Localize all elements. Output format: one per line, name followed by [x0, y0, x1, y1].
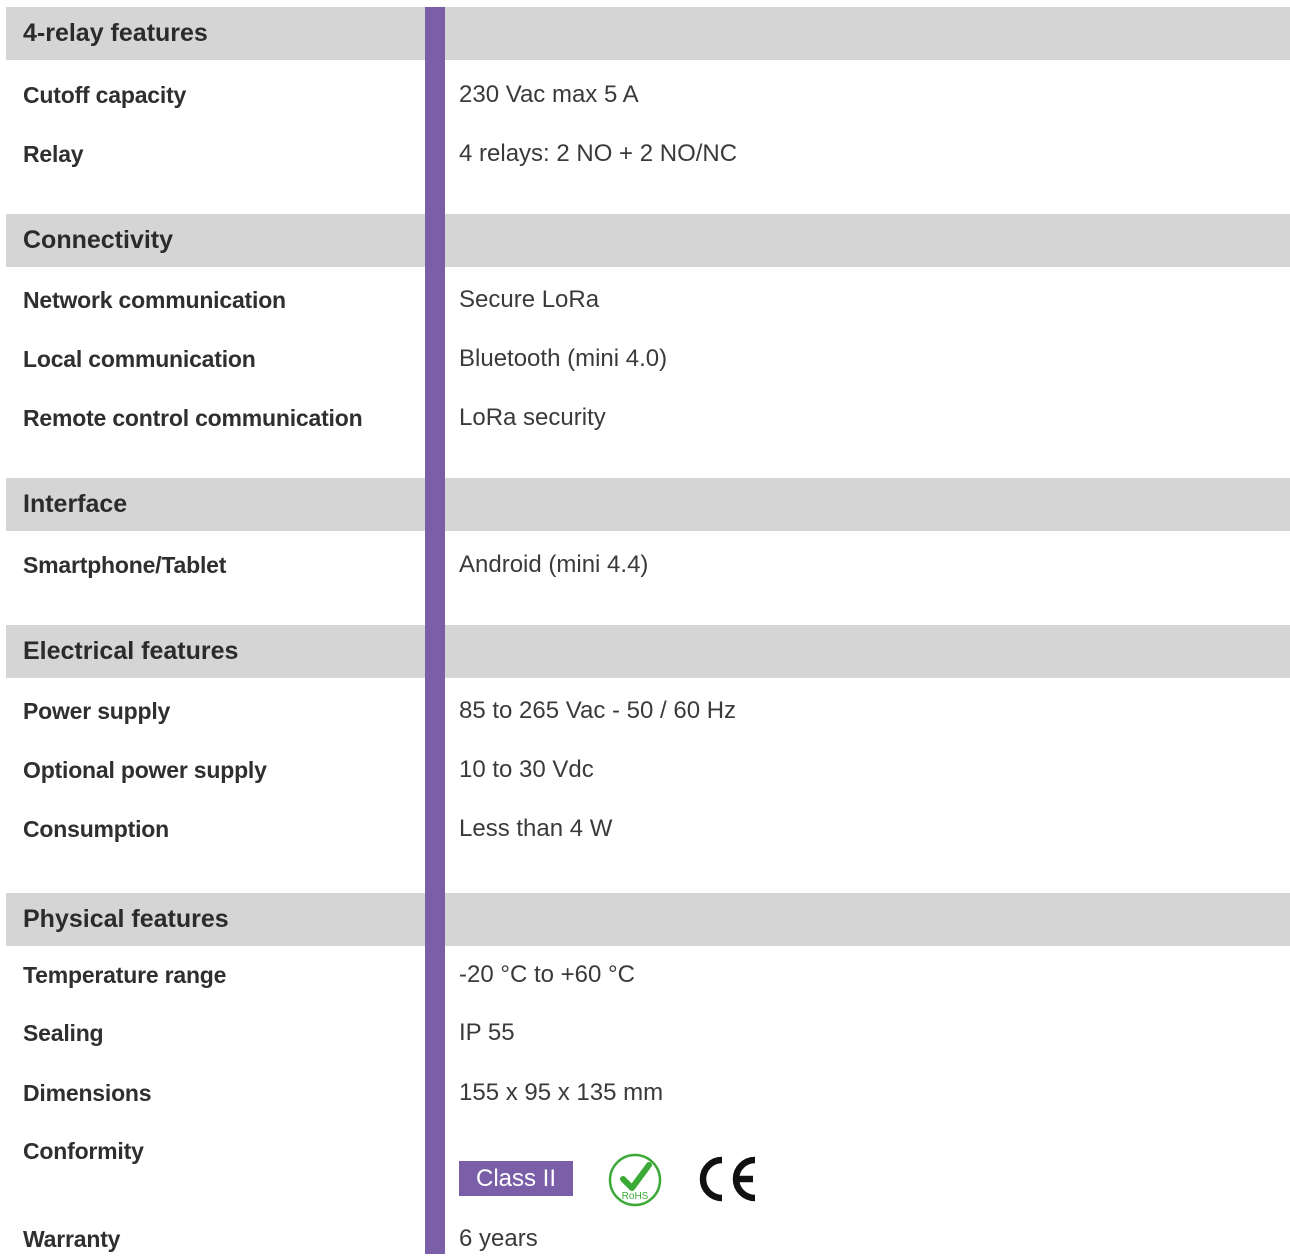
spec-row: Power supply 85 to 265 Vac - 50 / 60 Hz: [0, 691, 1290, 731]
ce-mark-icon: [699, 1156, 756, 1202]
spec-value: IP 55: [459, 1019, 515, 1046]
spec-label: Sealing: [23, 1020, 104, 1046]
spec-label: Optional power supply: [23, 757, 267, 783]
spec-label: Local communication: [23, 346, 256, 372]
section-header-physical: Physical features: [6, 893, 1290, 946]
conformity-logos: Class II RoHS: [459, 1152, 779, 1208]
class-ii-badge: Class II: [459, 1161, 573, 1196]
rohs-text: RoHS: [622, 1191, 649, 1202]
spec-row: Local communication Bluetooth (mini 4.0): [0, 339, 1290, 379]
spec-row: Network communication Secure LoRa: [0, 280, 1290, 320]
spec-label: Smartphone/Tablet: [23, 552, 227, 578]
spec-row: Warranty 6 years: [0, 1219, 1290, 1259]
spec-label: Dimensions: [23, 1080, 152, 1106]
spec-row: Remote control communication LoRa securi…: [0, 398, 1290, 438]
spec-row: Relay 4 relays: 2 NO + 2 NO/NC: [0, 134, 1290, 174]
accent-stripe: [425, 7, 445, 1254]
section-header-electrical: Electrical features: [6, 625, 1290, 678]
spec-value: 85 to 265 Vac - 50 / 60 Hz: [459, 697, 737, 724]
spec-value: Bluetooth (mini 4.0): [459, 345, 668, 372]
spec-label: Conformity: [23, 1138, 144, 1164]
spec-row: Sealing IP 55: [0, 1013, 1290, 1053]
section-title: Physical features: [23, 905, 229, 933]
spec-row: Consumption Less than 4 W: [0, 809, 1290, 849]
section-title: Connectivity: [23, 226, 174, 254]
spec-label: Cutoff capacity: [23, 82, 187, 108]
spec-row: Smartphone/Tablet Android (mini 4.4): [0, 545, 1290, 585]
spec-value: Android (mini 4.4): [459, 551, 649, 578]
spec-value: 230 Vac max 5 A: [459, 81, 639, 108]
spec-value: 4 relays: 2 NO + 2 NO/NC: [459, 140, 738, 167]
spec-label: Remote control communication: [23, 405, 363, 431]
spec-value: Secure LoRa: [459, 286, 600, 313]
spec-label: Network communication: [23, 287, 286, 313]
spec-label: Warranty: [23, 1226, 121, 1252]
spec-value: 155 x 95 x 135 mm: [459, 1079, 664, 1106]
spec-value: 10 to 30 Vdc: [459, 756, 594, 783]
spec-row: Temperature range -20 °C to +60 °C: [0, 955, 1290, 995]
spec-value: Less than 4 W: [459, 815, 613, 842]
section-title: Electrical features: [23, 637, 239, 665]
spec-row: Optional power supply 10 to 30 Vdc: [0, 750, 1290, 790]
section-header-connectivity: Connectivity: [6, 214, 1290, 267]
section-header-interface: Interface: [6, 478, 1290, 531]
spec-label: Temperature range: [23, 962, 227, 988]
spec-value: -20 °C to +60 °C: [459, 961, 635, 988]
spec-value: LoRa security: [459, 404, 606, 431]
spec-value: 6 years: [459, 1225, 538, 1252]
section-title: Interface: [23, 490, 128, 518]
section-header-4-relay: 4-relay features: [6, 7, 1290, 60]
spec-label: Consumption: [23, 816, 169, 842]
spec-label: Power supply: [23, 698, 171, 724]
spec-label: Relay: [23, 141, 84, 167]
spec-row: Cutoff capacity 230 Vac max 5 A: [0, 75, 1290, 115]
rohs-icon: RoHS: [608, 1153, 662, 1207]
spec-row: Dimensions 155 x 95 x 135 mm: [0, 1073, 1290, 1113]
section-title: 4-relay features: [23, 19, 208, 47]
